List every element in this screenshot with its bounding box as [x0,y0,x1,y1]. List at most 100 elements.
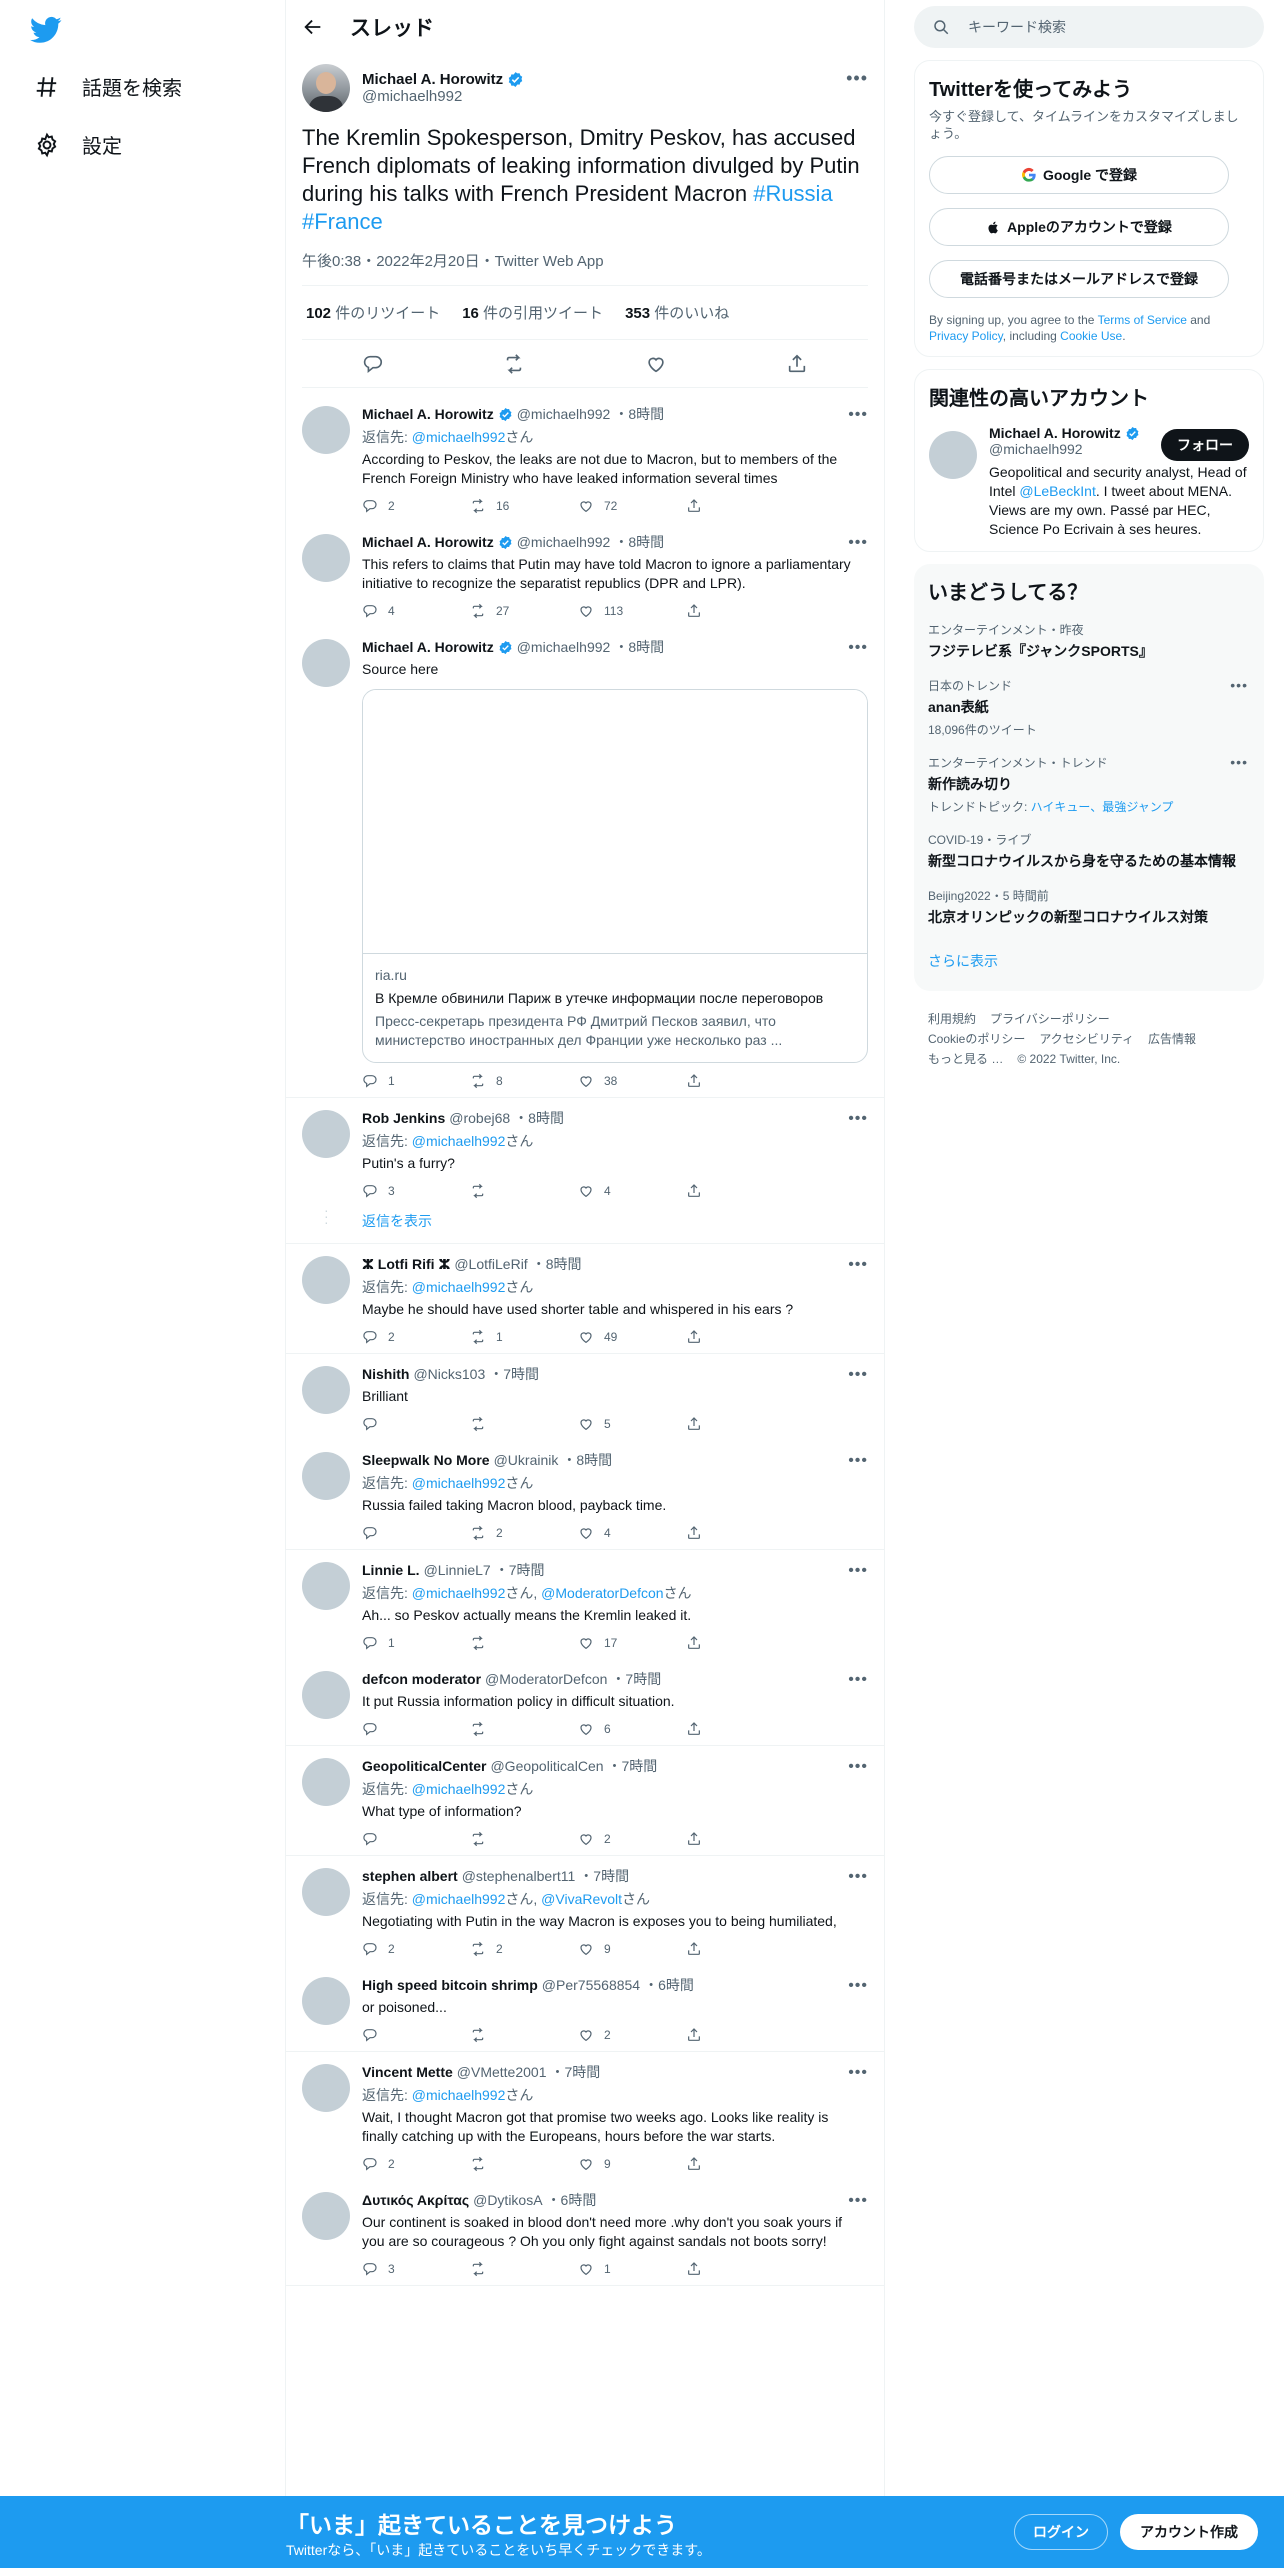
share-button[interactable] [686,2027,794,2043]
nav-explore[interactable]: 話題を検索 [34,72,182,101]
author-handle[interactable]: @Per75568854 [542,1977,640,1993]
retweet-button[interactable]: 8 [470,1073,578,1089]
retweet-button[interactable]: 2 [470,1525,578,1541]
more-options-icon[interactable]: ••• [848,1256,868,1274]
reply-button[interactable]: 1 [362,1635,470,1651]
more-options-icon[interactable]: ••• [848,1671,868,1689]
author-name[interactable]: Michael A. Horowitz [362,534,494,550]
like-button[interactable]: 72 [578,498,686,514]
author-name[interactable]: Michael A. Horowitz [362,639,494,655]
share-button[interactable] [686,1941,794,1957]
like-count-link[interactable]: 353 件のいいね [625,302,729,323]
author-handle[interactable]: @ModeratorDefcon [485,1671,607,1687]
login-button[interactable]: ログイン [1014,2514,1108,2550]
tweet-time[interactable]: ・7時間 [550,2062,600,2082]
mention-link[interactable]: @michaelh992 [412,2087,506,2103]
tweet-time[interactable]: ・7時間 [495,1560,545,1580]
more-options-icon[interactable]: ••• [848,534,868,552]
reply-button[interactable]: 2 [362,1941,470,1957]
privacy-link[interactable]: Privacy Policy [929,329,1003,343]
cookie-link[interactable]: Cookie Use [1060,329,1122,343]
share-button[interactable] [686,2261,794,2277]
mention-link[interactable]: @michaelh992 [412,1781,506,1797]
retweet-icon[interactable] [503,353,525,375]
reply-button[interactable]: 2 [362,1329,470,1345]
more-options-icon[interactable]: ••• [848,1562,868,1580]
author-handle[interactable]: @michaelh992 [362,88,524,105]
author-name[interactable]: stephen albert [362,1868,458,1884]
reply-tweet[interactable]: defcon moderator @ModeratorDefcon ・7時間 It p… [286,1659,884,1746]
share-button[interactable] [686,2156,794,2172]
author-name[interactable]: Vincent Mette [362,2064,453,2080]
author-name[interactable]: Nishith [362,1366,409,1382]
like-button[interactable]: 38 [578,1073,686,1089]
like-button[interactable]: 4 [578,1183,686,1199]
author-name[interactable]: Michael A. Horowitz [362,71,503,88]
follow-button[interactable]: フォロー [1161,429,1249,461]
avatar[interactable] [302,1868,350,1916]
share-button[interactable] [686,498,794,514]
apple-signup-button[interactable]: Appleのアカウントで登録 [929,208,1229,246]
author-handle[interactable]: @GeopoliticalCen [490,1758,603,1774]
search-input[interactable]: キーワード検索 [914,6,1264,48]
tweet-time[interactable]: ・6時間 [644,1975,694,1995]
like-button[interactable]: 6 [578,1721,686,1737]
avatar[interactable] [302,1758,350,1806]
retweet-count-link[interactable]: 102 件のリツイート [306,302,440,323]
share-icon[interactable] [786,353,808,375]
reply-tweet[interactable]: Δυτικός Ακρίτας @DytikosA ・6時間 Our continen… [286,2180,884,2286]
reply-tweet[interactable]: Michael A. Horowitz @michaelh992 ・8時間 Sourc… [286,627,884,1098]
avatar[interactable] [302,1562,350,1610]
mention-link[interactable]: @michaelh992 [412,1475,506,1491]
trend-item[interactable]: エンターテインメント・昨夜 フジテレビ系『ジャンクSPORTS』 [928,621,1250,661]
mention-link[interactable]: @michaelh992 [412,1279,506,1295]
author-handle[interactable]: @michaelh992 [517,534,611,550]
more-options-icon[interactable]: ••• [846,68,868,89]
like-button[interactable]: 2 [578,2027,686,2043]
trend-item[interactable]: エンターテインメント・トレンド 新作読み切り トレンドトピック: ハイキュー、最強ジ… [928,754,1250,815]
relevant-account[interactable]: Michael A. Horowitz @michaelh992 Geopoli… [929,425,1249,539]
footer-more-link[interactable]: もっと見る … [928,1052,1003,1066]
share-button[interactable] [686,1721,794,1737]
author-handle[interactable]: @LotfiLeRif [454,1256,527,1272]
avatar[interactable] [302,1256,350,1304]
author-handle[interactable]: @Nicks103 [413,1366,485,1382]
author-handle[interactable]: @VMette2001 [457,2064,547,2080]
like-button[interactable]: 113 [578,603,686,619]
author-name[interactable]: ⵣ Lotfi Rifi ⵣ [362,1256,450,1273]
like-button[interactable]: 2 [578,1831,686,1847]
more-options-icon[interactable]: ••• [848,639,868,657]
author-handle[interactable]: @DytikosA [473,2192,542,2208]
footer-link[interactable]: 広告情報 [1148,1032,1196,1046]
retweet-button[interactable] [470,2261,578,2277]
link-card[interactable]: ria.ru В Кремле обвинили Париж в утечке и… [362,689,868,1063]
avatar[interactable] [302,64,350,112]
avatar[interactable] [302,1977,350,2025]
reply-tweet[interactable]: Rob Jenkins @robej68 ・8時間 返信先: @michaelh992… [286,1098,884,1207]
avatar[interactable] [302,2064,350,2112]
more-options-icon[interactable]: ••• [848,1977,868,1995]
retweet-button[interactable]: 2 [470,1941,578,1957]
more-options-icon[interactable]: ••• [848,1868,868,1886]
reply-icon[interactable] [362,353,384,375]
tweet-time[interactable]: ・8時間 [614,404,664,424]
reply-tweet[interactable]: ⵣ Lotfi Rifi ⵣ @LotfiLeRif ・8時間 返信先: @micha… [286,1244,884,1354]
avatar[interactable] [302,1452,350,1500]
share-button[interactable] [686,603,794,619]
tweet-time[interactable]: ・8時間 [514,1108,564,1128]
reply-button[interactable]: 2 [362,2156,470,2172]
mention-link[interactable]: @michaelh992 [412,1133,506,1149]
share-button[interactable] [686,1635,794,1651]
reply-button[interactable]: 3 [362,2261,470,2277]
avatar[interactable] [302,1110,350,1158]
reply-button[interactable] [362,1721,470,1737]
more-options-icon[interactable]: ••• [848,2192,868,2210]
more-options-icon[interactable]: ••• [848,2064,868,2082]
mention-link[interactable]: @michaelh992 [412,429,506,445]
trend-item[interactable]: Beijing2022・5 時間前 北京オリンピックの新型コロナウイルス対策 [928,887,1250,927]
more-options-icon[interactable]: ••• [1230,754,1248,770]
reply-button[interactable]: 2 [362,498,470,514]
avatar[interactable] [302,1366,350,1414]
avatar[interactable] [302,406,350,454]
author-name[interactable]: Rob Jenkins [362,1110,445,1126]
